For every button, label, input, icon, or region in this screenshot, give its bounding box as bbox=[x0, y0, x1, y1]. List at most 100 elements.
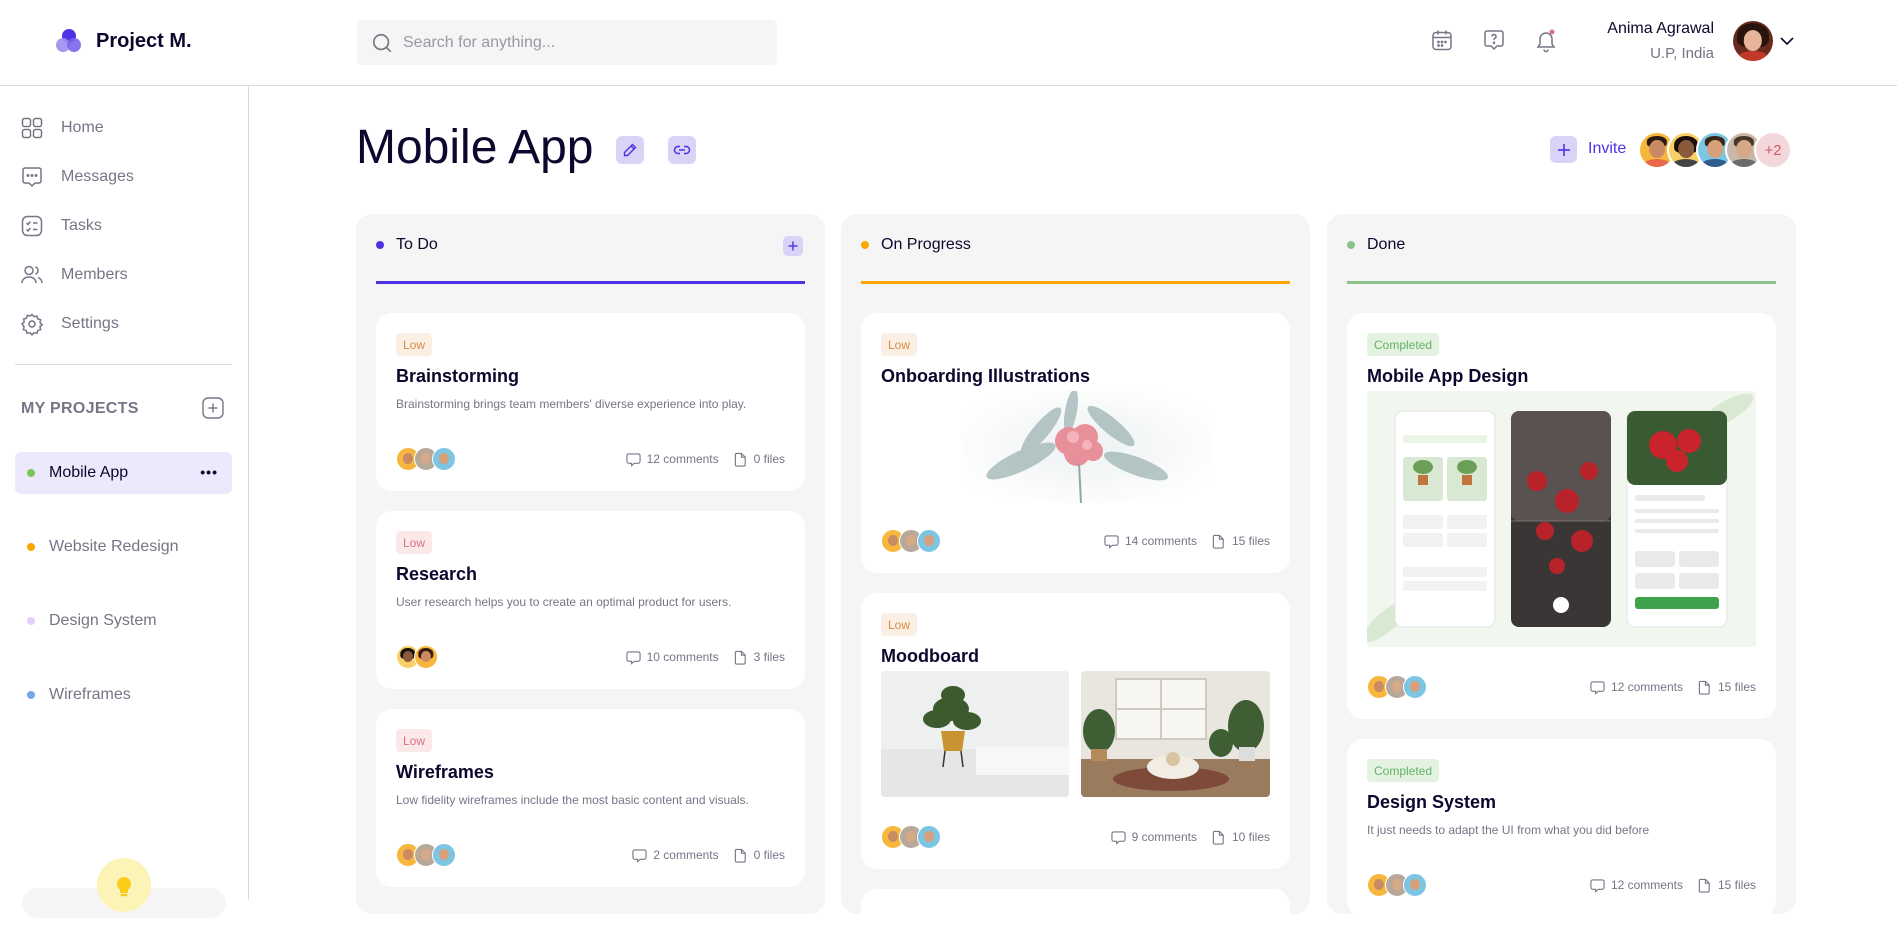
card-title: Design System bbox=[1367, 792, 1497, 812]
files-count[interactable]: 0 files bbox=[733, 848, 785, 863]
sidebar-item-members[interactable]: Members bbox=[20, 260, 128, 290]
column-underline bbox=[861, 281, 1290, 284]
copy-link-button[interactable] bbox=[668, 136, 696, 164]
comments-count[interactable]: 14 comments bbox=[1104, 534, 1197, 549]
file-icon bbox=[734, 650, 746, 665]
card-footer: 14 comments 15 files bbox=[881, 529, 1270, 553]
lightbulb-icon bbox=[117, 877, 131, 897]
project-item-mobile-app[interactable]: Mobile App ••• bbox=[15, 452, 232, 494]
files-count[interactable]: 0 files bbox=[733, 452, 785, 467]
files-count[interactable]: 10 files bbox=[1211, 830, 1270, 845]
chevron-down-icon[interactable] bbox=[1779, 35, 1795, 47]
edit-title-button[interactable] bbox=[616, 136, 644, 164]
search-bar[interactable] bbox=[357, 20, 777, 65]
priority-badge: Low bbox=[396, 333, 433, 356]
file-icon bbox=[1698, 680, 1710, 695]
card-meta: 10 comments 3 files bbox=[625, 650, 785, 665]
status-dot bbox=[376, 241, 384, 249]
search-input[interactable] bbox=[403, 33, 763, 52]
add-task-button[interactable] bbox=[783, 236, 803, 256]
team-avatars[interactable]: +2 bbox=[1638, 131, 1792, 169]
column-title: To Do bbox=[396, 236, 438, 253]
files-count[interactable]: 15 files bbox=[1697, 878, 1756, 893]
pencil-icon bbox=[623, 143, 637, 157]
message-icon bbox=[22, 167, 42, 188]
project-label: Wireframes bbox=[49, 686, 131, 703]
more-members-badge[interactable]: +2 bbox=[1754, 131, 1792, 169]
project-item-wireframes[interactable]: Wireframes bbox=[15, 674, 232, 716]
comments-count[interactable]: 12 comments bbox=[1590, 878, 1683, 893]
task-card[interactable]: Low Onboarding Illustrations 14 comments… bbox=[861, 313, 1290, 573]
avatar bbox=[432, 447, 456, 471]
card-title: Brainstorming bbox=[396, 366, 520, 386]
user-avatar[interactable] bbox=[1733, 21, 1773, 61]
files-count[interactable]: 3 files bbox=[733, 650, 785, 665]
card-meta: 14 comments 15 files bbox=[1104, 534, 1270, 549]
project-color-dot bbox=[27, 469, 35, 477]
assignee-avatars bbox=[1367, 675, 1427, 699]
task-card[interactable]: Low Moodboard 9 comments 10 files bbox=[861, 593, 1290, 869]
comments-count[interactable]: 2 comments bbox=[632, 848, 719, 863]
column-header: Done bbox=[1347, 236, 1405, 254]
comments-count[interactable]: 12 comments bbox=[625, 452, 719, 467]
status-badge: Completed bbox=[1367, 759, 1440, 782]
project-label: Website Redesign bbox=[49, 538, 179, 555]
plus-icon bbox=[1557, 143, 1570, 156]
help-icon[interactable] bbox=[1482, 28, 1508, 54]
card-footer: 9 comments 10 files bbox=[881, 825, 1270, 849]
card-footer: 12 comments 0 files bbox=[396, 447, 785, 471]
column-title: Done bbox=[1367, 236, 1406, 253]
user-location: U.P, India bbox=[1650, 45, 1714, 62]
sidebar-item-tasks[interactable]: Tasks bbox=[20, 211, 102, 241]
assignee-avatars bbox=[396, 843, 456, 867]
comments-count[interactable]: 9 comments bbox=[1110, 830, 1197, 845]
assignee-avatars bbox=[396, 447, 456, 471]
task-card[interactable]: Low Brainstorming Brainstorming brings t… bbox=[376, 313, 805, 491]
task-card[interactable]: Completed Mobile App Design 12 comments … bbox=[1347, 313, 1776, 719]
files-count[interactable]: 15 files bbox=[1697, 680, 1756, 695]
assignee-avatars bbox=[396, 645, 438, 669]
add-project-icon[interactable] bbox=[202, 397, 224, 419]
task-card[interactable] bbox=[861, 889, 1290, 929]
sidebar-item-home[interactable]: Home bbox=[20, 113, 104, 143]
comments-count[interactable]: 10 comments bbox=[625, 650, 719, 665]
bell-icon[interactable] bbox=[1534, 28, 1560, 54]
mobile-app-design-preview bbox=[1367, 391, 1756, 647]
task-card[interactable]: Low Research User research helps you to … bbox=[376, 511, 805, 689]
avatar bbox=[917, 529, 941, 553]
sidebar-item-messages[interactable]: Messages bbox=[20, 162, 134, 192]
card-meta: 12 comments 15 files bbox=[1590, 680, 1756, 695]
task-card[interactable]: Completed Design System It just needs to… bbox=[1347, 739, 1776, 917]
sidebar-item-settings[interactable]: Settings bbox=[20, 309, 119, 339]
project-item-website-redesign[interactable]: Website Redesign bbox=[15, 526, 232, 568]
calendar-icon[interactable] bbox=[1430, 28, 1456, 54]
project-color-dot bbox=[27, 543, 35, 551]
comments-count[interactable]: 12 comments bbox=[1590, 680, 1683, 695]
column-header: On Progress bbox=[861, 236, 971, 254]
avatar bbox=[414, 645, 438, 669]
file-icon bbox=[734, 452, 746, 467]
card-title: Mobile App Design bbox=[1367, 366, 1529, 386]
invite-button-icon[interactable] bbox=[1550, 136, 1577, 163]
assignee-avatars bbox=[881, 825, 941, 849]
page-title: Mobile App bbox=[356, 121, 594, 174]
search-icon bbox=[372, 33, 392, 52]
comment-icon bbox=[1590, 878, 1605, 893]
project-color-dot bbox=[27, 691, 35, 699]
project-item-design-system[interactable]: Design System bbox=[15, 600, 232, 642]
files-count[interactable]: 15 files bbox=[1211, 534, 1270, 549]
column-underline bbox=[376, 281, 805, 284]
flower-illustration bbox=[961, 391, 1211, 503]
avatar bbox=[1403, 873, 1427, 897]
card-meta: 9 comments 10 files bbox=[1110, 830, 1270, 845]
sidebar-item-label: Members bbox=[61, 266, 128, 283]
card-title: Research bbox=[396, 564, 478, 584]
link-icon bbox=[673, 145, 691, 155]
task-card[interactable]: Low Wireframes Low fidelity wireframes i… bbox=[376, 709, 805, 887]
invite-button[interactable]: Invite bbox=[1588, 140, 1626, 158]
sidebar-divider bbox=[15, 364, 232, 365]
sidebar-item-label: Tasks bbox=[61, 217, 102, 234]
avatar bbox=[917, 825, 941, 849]
sidebar: Home Messages Tasks Members Settings MY … bbox=[0, 86, 249, 918]
more-options-icon[interactable]: ••• bbox=[200, 464, 218, 480]
